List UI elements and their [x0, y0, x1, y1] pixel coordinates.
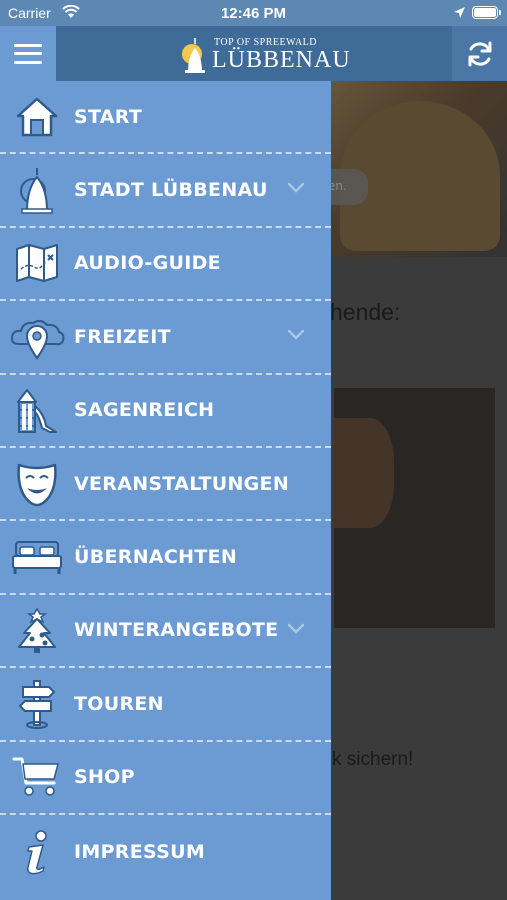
- menu-item-label: START: [74, 105, 143, 128]
- menu-item-label: WINTERANGEBOTE: [74, 619, 279, 642]
- menu-item-stadt-luebbenau[interactable]: STADT LÜBBENAU: [0, 154, 331, 228]
- playground-icon: [0, 380, 74, 440]
- battery-icon: [472, 6, 501, 19]
- menu-item-audio-guide[interactable]: AUDIO-GUIDE: [0, 228, 331, 302]
- menu-item-label: FREIZEIT: [74, 325, 171, 348]
- status-bar: Carrier 12:46 PM: [0, 0, 507, 26]
- menu-item-start[interactable]: START: [0, 81, 331, 155]
- menu-item-label: STADT LÜBBENAU: [74, 179, 268, 202]
- clock: 12:46 PM: [220, 5, 287, 22]
- menu-item-label: SAGENREICH: [74, 399, 215, 422]
- menu-item-label: ÜBERNACHTEN: [74, 546, 238, 569]
- info-icon: [0, 822, 74, 882]
- menu-item-freizeit[interactable]: FREIZEIT: [0, 301, 331, 375]
- theater-mask-icon: [0, 454, 74, 514]
- menu-item-veranstaltungen[interactable]: VERANSTALTUNGEN: [0, 448, 331, 522]
- refresh-button[interactable]: [452, 26, 507, 81]
- chevron-down-icon[interactable]: [287, 182, 305, 194]
- location-arrow-icon: [454, 7, 465, 18]
- refresh-icon: [468, 41, 491, 66]
- bed-icon: [0, 527, 74, 587]
- chevron-down-icon[interactable]: [287, 623, 305, 634]
- menu-item-sagenreich[interactable]: SAGENREICH: [0, 375, 331, 448]
- portrait-photo: [334, 388, 495, 628]
- menu-item-label: AUDIO-GUIDE: [74, 252, 221, 275]
- bell-tower-icon: [0, 160, 74, 220]
- chevron-down-icon[interactable]: [287, 329, 305, 340]
- menu-item-winterangebote[interactable]: WINTERANGEBOTE: [0, 595, 331, 669]
- app-header: TOP OF SPREEWALD LÜBBENAU: [0, 26, 507, 81]
- menu-item-uebernachten[interactable]: ÜBERNACHTEN: [0, 521, 331, 595]
- cloud-pin-icon: [0, 307, 74, 367]
- menu-button[interactable]: [0, 26, 56, 81]
- cta-text: k sichern!: [332, 749, 414, 770]
- shopping-cart-icon: [0, 747, 74, 807]
- logo-name: LÜBBENAU: [212, 47, 351, 73]
- portrait-face: [334, 418, 394, 528]
- bell-tower-logo-icon: [182, 38, 205, 73]
- christmas-tree-icon: [0, 600, 74, 660]
- app-logo[interactable]: TOP OF SPREEWALD LÜBBENAU: [180, 32, 350, 76]
- menu-item-label: VERANSTALTUNGEN: [74, 472, 290, 495]
- hamburger-icon: [14, 43, 42, 64]
- map-icon: [0, 233, 74, 293]
- menu-item-label: SHOP: [74, 766, 135, 789]
- menu-item-label: IMPRESSUM: [74, 840, 206, 863]
- section-heading: hende:: [330, 299, 401, 325]
- navigation-drawer: START STADT LÜBBENAU AUDIO-GUIDE FREIZEI…: [0, 81, 331, 900]
- signpost-icon: [0, 674, 74, 734]
- menu-item-shop[interactable]: SHOP: [0, 742, 331, 815]
- menu-item-impressum[interactable]: IMPRESSUM: [0, 815, 331, 888]
- house-icon: [0, 87, 74, 147]
- menu-item-label: TOUREN: [74, 692, 164, 715]
- menu-item-touren[interactable]: TOUREN: [0, 668, 331, 742]
